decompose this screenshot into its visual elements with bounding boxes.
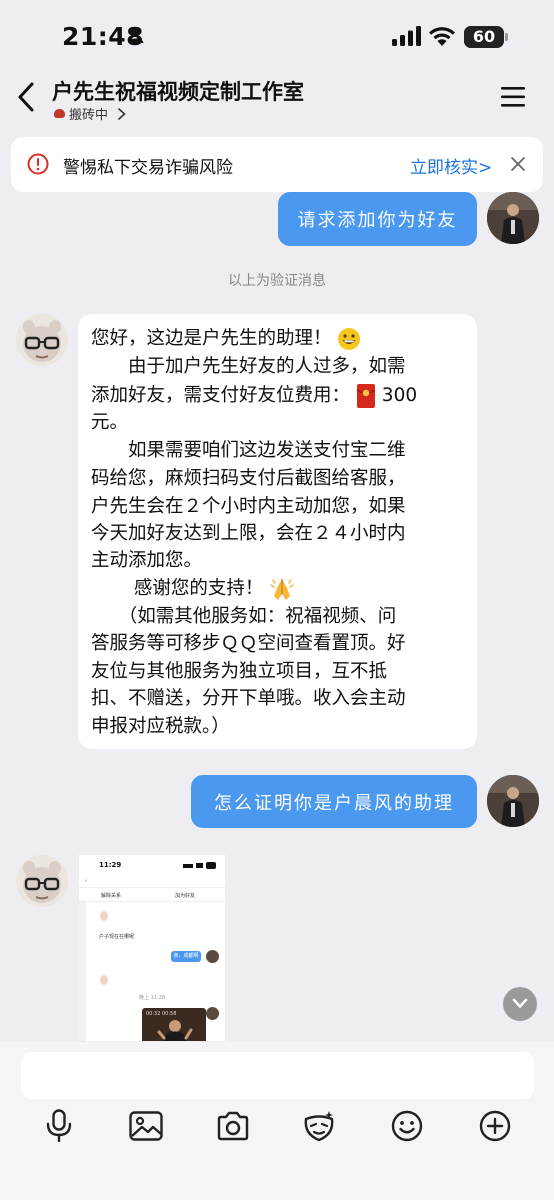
- thumb-status-icons: [183, 862, 216, 869]
- more-button[interactable]: [477, 1108, 513, 1144]
- my-avatar-image: [487, 775, 539, 827]
- nav-bar: 户先生祝福视频定制工作室 搬砖中: [0, 72, 554, 126]
- message-line: 户先生会在２个小时内主动加您，如果: [91, 496, 406, 517]
- message-line: 答服务等可移步ＱＱ空间查看置顶。好: [91, 633, 406, 654]
- wifi-icon: [429, 27, 455, 46]
- message-line: 今天加好友达到上限，会在２４小时内: [91, 523, 406, 544]
- my-avatar-image: [487, 192, 539, 244]
- chevron-right-icon: [118, 107, 126, 120]
- warning-text: 警惕私下交易诈骗风险: [63, 158, 233, 178]
- chat-status[interactable]: 搬砖中: [54, 104, 126, 123]
- message-line: 感谢您的支持！: [91, 576, 295, 602]
- mic-icon: [46, 1109, 72, 1143]
- emoji-icon: [391, 1110, 423, 1142]
- voice-button[interactable]: [41, 1108, 77, 1144]
- message-line: 元。: [91, 412, 129, 433]
- scroll-to-bottom-button[interactable]: [503, 987, 537, 1021]
- message-text: 请求添加你为好友: [297, 210, 458, 231]
- message-line-text: 您好，这边是户先生的助理！: [91, 328, 332, 349]
- thumb-status-time: 11:29: [99, 861, 122, 869]
- close-icon[interactable]: [510, 156, 526, 172]
- warning-icon: [27, 153, 49, 175]
- message-line: 由于加户先生好友的人过多，如需: [91, 356, 406, 377]
- fraud-warning-banner: 警惕私下交易诈骗风险 立即核实>: [11, 137, 543, 192]
- sticker-icon: [304, 1111, 334, 1142]
- thumb-edge: [79, 902, 86, 1041]
- my-avatar[interactable]: [487, 192, 539, 244]
- contact-avatar-image: [16, 855, 68, 907]
- battery-indicator: 60: [464, 26, 504, 48]
- thumb-timestamp: 晚上 11:28: [139, 995, 165, 1001]
- chat-status-label: 搬砖中: [69, 108, 109, 123]
- signal-icon: [392, 26, 421, 46]
- camera-button[interactable]: [215, 1108, 251, 1144]
- thumb-divider: [79, 901, 225, 902]
- thumb-my-avatar: [206, 950, 219, 963]
- screenshot-image-message[interactable]: 11:29 ‹ 解除关系 加为好友 户子现在在哪呢 亲，成都啊 晚上 11:28…: [79, 855, 225, 1041]
- thumb-btn-right: 加为好友: [175, 893, 196, 899]
- my-avatar[interactable]: [487, 775, 539, 827]
- message-line-text: 300: [381, 385, 418, 406]
- thumb-divider: [79, 887, 225, 888]
- grinning-emoji-icon: [338, 328, 361, 350]
- message-line: 如果需要咱们这边发送支付宝二维: [91, 440, 406, 461]
- message-line-text: 感谢您的支持！: [91, 578, 264, 599]
- message-line-text: 添加好友，需支付好友位费用：: [91, 385, 351, 406]
- album-button[interactable]: [128, 1108, 164, 1144]
- menu-icon[interactable]: [500, 86, 526, 108]
- thumb-back-icon: ‹: [85, 878, 87, 884]
- battery-text: 60: [472, 27, 496, 46]
- person-icon: [128, 27, 144, 43]
- system-message: 以上为验证消息: [228, 273, 326, 289]
- thumb-avatar-icon: [100, 911, 108, 921]
- message-line: 申报对应税款。）: [91, 716, 230, 737]
- message-line: （如需其他服务如：祝福视频、问: [91, 606, 397, 627]
- plus-icon: [479, 1110, 511, 1142]
- emoji-button[interactable]: [389, 1108, 425, 1144]
- sticker-button[interactable]: [301, 1108, 337, 1144]
- thumb-video: 00:32 00:58: [142, 1008, 206, 1041]
- back-icon[interactable]: [16, 82, 38, 112]
- chevron-down-icon: [512, 998, 528, 1008]
- incoming-message[interactable]: 您好，这边是户先生的助理！ 由于加户先生好友的人过多，如需 添加好友，需支付好友…: [78, 314, 477, 749]
- red-envelope-icon: [356, 384, 376, 408]
- outgoing-message[interactable]: 怎么证明你是户晨风的助理: [191, 775, 477, 828]
- message-line: 码给您，麻烦扫码支付后截图给客服，: [91, 468, 406, 489]
- status-dot-icon: [54, 109, 65, 118]
- message-line: 扣、不赠送，分开下单哦。收入会主动: [91, 688, 406, 709]
- message-line: 主动添加您。: [91, 550, 203, 571]
- thumb-message: 户子现在在哪呢: [99, 934, 135, 940]
- message-line: 您好，这边是户先生的助理！: [91, 326, 361, 352]
- message-input[interactable]: [21, 1052, 534, 1099]
- contact-avatar-image: [16, 314, 68, 366]
- status-bar: 21:48 60: [0, 0, 554, 72]
- contact-avatar[interactable]: [16, 314, 68, 366]
- input-area: [0, 1042, 554, 1200]
- message-line: 添加好友，需支付好友位费用： 300: [91, 383, 417, 409]
- verify-now-link[interactable]: 立即核实>: [410, 153, 492, 178]
- chat-title: 户先生祝福视频定制工作室: [52, 80, 304, 104]
- camera-icon: [217, 1111, 249, 1141]
- thumb-btn-left: 解除关系: [101, 893, 122, 899]
- thumb-avatar-icon: [100, 975, 108, 985]
- message-text: 怎么证明你是户晨风的助理: [214, 792, 454, 814]
- contact-avatar[interactable]: [16, 855, 68, 907]
- folded-hands-emoji-icon: [270, 579, 294, 600]
- thumb-bubble: 亲，成都啊: [171, 951, 201, 962]
- battery-cap: [505, 33, 508, 41]
- thumb-my-avatar: [206, 1007, 219, 1020]
- image-icon: [129, 1111, 163, 1141]
- message-line: 友位与其他服务为独立项目，互不抵: [91, 661, 388, 682]
- thumb-video-frame: [157, 1020, 193, 1041]
- outgoing-message[interactable]: 请求添加你为好友: [278, 192, 477, 246]
